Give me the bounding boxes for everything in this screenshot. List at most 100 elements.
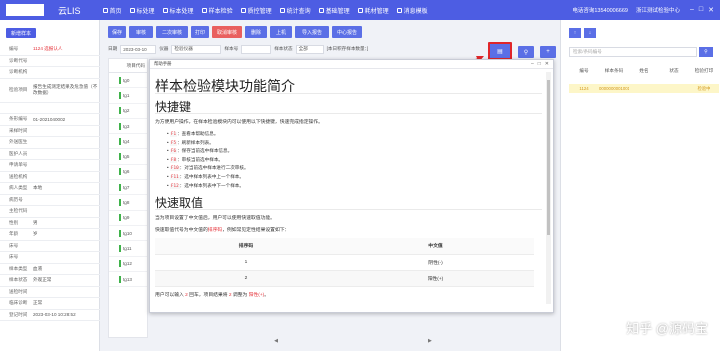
filter-bar: 日期 2023-03-10 仪器 检验仪器 样本号 样本状态 全部 [本日积存样… <box>108 44 473 54</box>
form-value[interactable]: 2023-03-10 10:28:52 <box>30 312 100 317</box>
form-row: 性别 男 <box>0 218 100 229</box>
modal-scrollbar[interactable] <box>546 72 551 304</box>
grid-row[interactable]: tg11 <box>109 241 147 257</box>
form-value[interactable]: 1124 选报认人 <box>30 46 100 52</box>
form-value[interactable]: 正常 <box>30 300 100 306</box>
date-input[interactable]: 2023-03-10 <box>120 44 157 54</box>
main-nav: 首页 标处理 标本处理 样本检验 质控管理 统计查询 基础管理 耗材管理 消息模板 <box>102 6 428 15</box>
table-cell: 1 <box>155 254 337 271</box>
modal-minimize-icon[interactable]: – <box>531 61 534 67</box>
list-sort-buttons: ↑ ↓ <box>569 28 596 38</box>
form-value[interactable]: 本地 <box>30 185 100 191</box>
toolbar-button[interactable]: 取消审核 <box>212 26 242 38</box>
grid-row[interactable]: tg5 <box>109 149 147 165</box>
form-row: 送检机构 <box>0 172 100 183</box>
grid-row[interactable]: tg4 <box>109 134 147 150</box>
list-search-input[interactable]: 检索/条码编号 <box>569 47 697 57</box>
grid-header: 项目代码 <box>109 59 147 73</box>
scroll-thumb[interactable] <box>547 80 550 235</box>
list-search-icon[interactable]: ⚲ <box>699 47 713 57</box>
status-bar <box>119 244 121 252</box>
grid-row[interactable]: tg12 <box>109 257 147 272</box>
new-sample-button[interactable]: 新增样本 <box>6 28 36 38</box>
sample-no-input[interactable] <box>241 44 272 54</box>
grid-hscroll[interactable]: ◀ ▶ <box>152 338 554 344</box>
grid-row[interactable]: tg2 <box>109 104 147 119</box>
form-value[interactable]: 岁 <box>30 231 100 237</box>
toolbar-button[interactable]: 导入报告 <box>295 26 329 38</box>
add-button[interactable]: + <box>540 46 556 58</box>
modal-maximize-icon[interactable]: □ <box>538 61 541 67</box>
nav-item[interactable]: 质控管理 <box>240 6 272 15</box>
sort-down-icon[interactable]: ↓ <box>584 28 596 38</box>
shortcut-key: F6 <box>169 149 178 155</box>
form-row: 床号 <box>0 252 100 264</box>
nav-item[interactable]: 样本检验 <box>201 6 233 15</box>
list-column-header[interactable]: 样本条码 <box>599 68 629 78</box>
form-row: 医护人员 <box>0 149 100 160</box>
sort-up-icon[interactable]: ↑ <box>569 28 581 38</box>
maximize-icon[interactable]: □ <box>699 6 703 14</box>
form-value[interactable]: 外观正常 <box>30 277 100 283</box>
grid-row[interactable]: tg8 <box>109 195 147 211</box>
shortcut-item: • F5：刷新样本列表。 <box>167 139 542 148</box>
status-bar <box>119 260 121 268</box>
list-column-header[interactable]: 状态 <box>659 68 689 78</box>
grid-row[interactable]: tg9 <box>109 211 147 226</box>
shortcut-key: F1 <box>169 132 178 137</box>
list-column-header[interactable]: 检验打印 <box>689 68 719 78</box>
toolbar-button[interactable]: 保存 <box>108 26 126 38</box>
search-button[interactable]: ⚲ <box>518 46 534 58</box>
grid-row[interactable]: tg13 <box>109 272 147 288</box>
scroll-left-icon[interactable]: ◀ <box>274 338 278 344</box>
grid-row[interactable]: tg0 <box>109 73 147 89</box>
nav-item[interactable]: 首页 <box>102 6 122 15</box>
help-book-button[interactable]: ▤ <box>488 42 512 60</box>
nav-item[interactable]: 基础管理 <box>318 6 350 15</box>
form-label: 年龄 <box>9 231 19 237</box>
form-value[interactable]: 男 <box>30 220 100 226</box>
nav-item[interactable]: 消息模板 <box>396 6 428 15</box>
form-label: 医护人员 <box>9 150 28 156</box>
form-value[interactable]: 血液 <box>30 266 100 272</box>
grid-row[interactable]: tg7 <box>109 180 147 196</box>
toolbar-button[interactable]: 中心报告 <box>332 26 362 38</box>
grid-row[interactable]: tg6 <box>109 165 147 181</box>
instrument-select[interactable]: 检验仪器 <box>171 44 222 54</box>
flag-icon <box>129 7 135 13</box>
list-column-header[interactable]: 姓名 <box>629 68 659 78</box>
minimize-icon[interactable]: – <box>690 6 694 14</box>
quick-value-heading: 快速取值 <box>155 194 542 211</box>
phone-text: 电话咨询13540006669 <box>572 8 628 14</box>
footer-end: 。 <box>264 292 270 298</box>
status-select[interactable]: 全部 <box>295 44 324 54</box>
nav-label: 基础管理 <box>325 8 350 15</box>
modal-close-icon[interactable]: ✕ <box>545 61 549 67</box>
nav-item[interactable]: 统计查询 <box>279 6 311 15</box>
toolbar-button[interactable]: 打印 <box>191 26 209 38</box>
form-row: 登记时间 2023-03-10 10:28:52 <box>0 310 100 321</box>
project-code: tg4 <box>123 138 130 144</box>
user-name[interactable]: 浙江测试检验中心 <box>636 6 680 14</box>
close-icon[interactable]: ✕ <box>708 6 714 14</box>
toolbar-button[interactable]: 二次审核 <box>156 26 188 38</box>
scroll-right-icon[interactable]: ▶ <box>428 338 432 344</box>
table-header-value: 中文值 <box>336 238 534 255</box>
list-column-header[interactable]: 编号 <box>569 68 599 78</box>
nav-item[interactable]: 耗材管理 <box>357 6 389 15</box>
shortcut-item: • F10：对当前选中样本进行二次审核。 <box>167 164 542 173</box>
grid-row[interactable]: tg3 <box>109 119 147 135</box>
form-value[interactable]: 01-2021040002 <box>30 117 100 122</box>
toolbar-button[interactable]: 审核 <box>129 26 153 38</box>
nav-item[interactable]: 标处理 <box>129 6 155 15</box>
grid-row[interactable]: tg1 <box>109 88 147 104</box>
status-bar <box>119 214 121 222</box>
grid-row[interactable]: tg10 <box>109 226 147 242</box>
project-grid: 项目代码 tg0 tg1 tg2 tg3 tg4 tg5 tg6 tg7 tg8 tg9 tg10 t… <box>108 58 148 338</box>
form-value[interactable]: 报告生成测定结果及危急值（不改数据） <box>30 84 100 96</box>
form-row: 条形编号 01-2021040002 <box>0 114 100 126</box>
list-row[interactable]: 1124 0000000001001 检验中 <box>569 84 719 93</box>
toolbar-button[interactable]: 上机 <box>270 26 292 38</box>
toolbar-button[interactable]: 删除 <box>245 26 267 38</box>
nav-item[interactable]: 标本处理 <box>162 6 194 15</box>
